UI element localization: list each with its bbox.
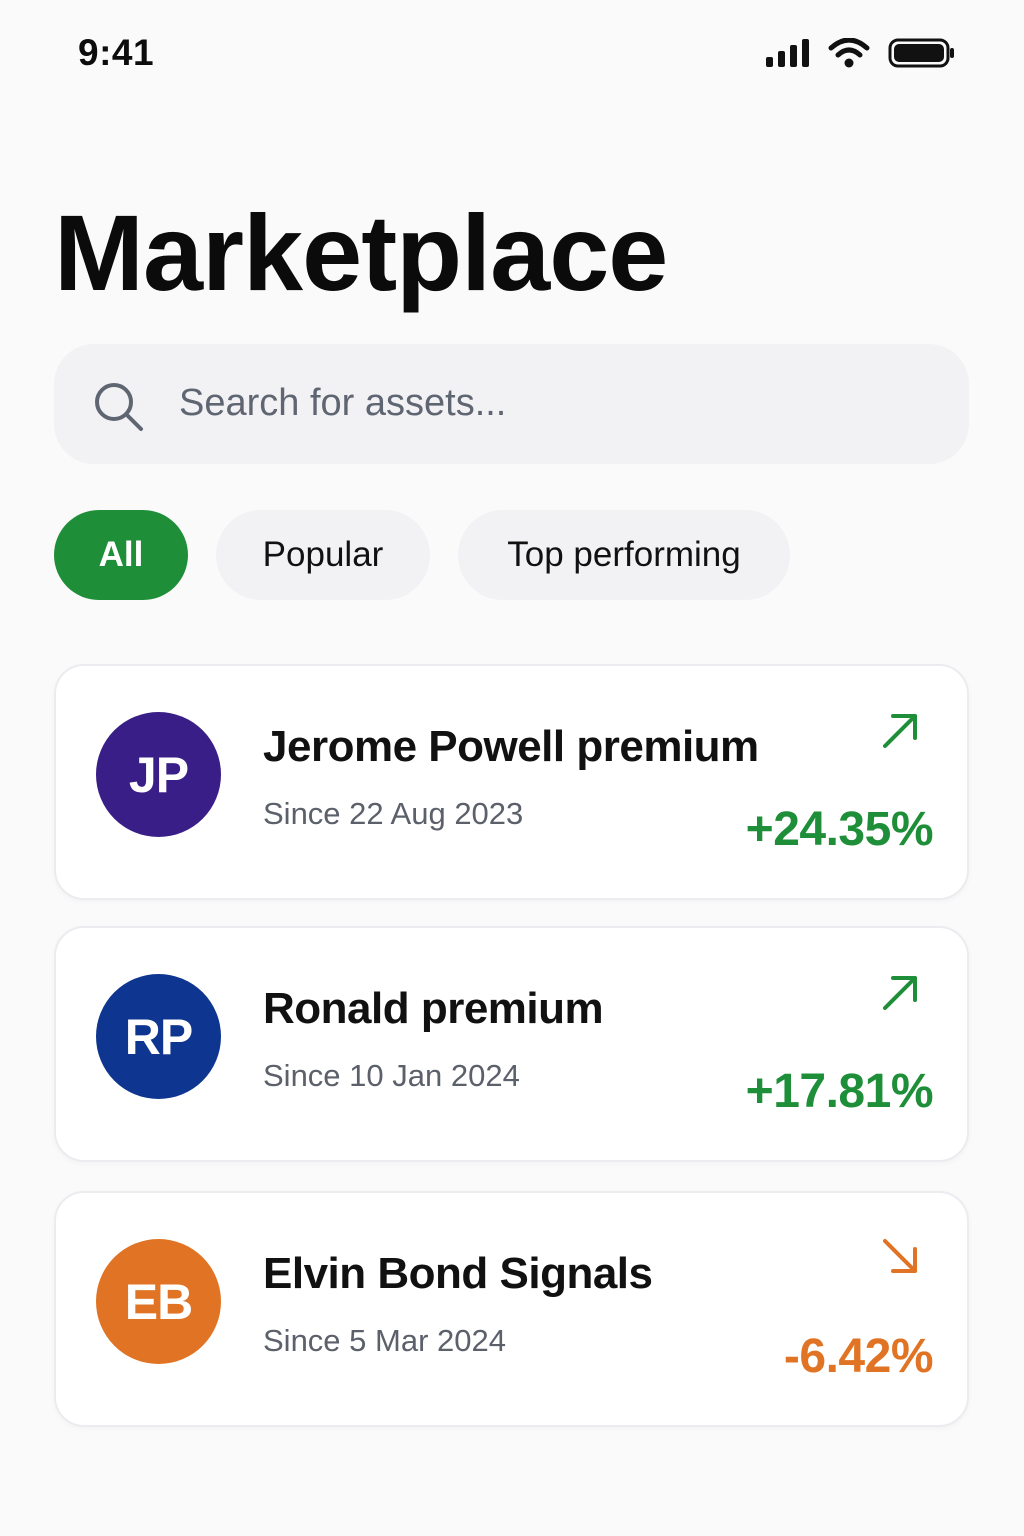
filter-chip-top-performing[interactable]: Top performing — [458, 510, 790, 600]
avatar: RP — [96, 974, 221, 1099]
battery-icon — [888, 38, 954, 68]
avatar: EB — [96, 1239, 221, 1364]
asset-card-ronald[interactable]: RP Ronald premium Since 10 Jan 2024 +17.… — [54, 926, 969, 1162]
search-bar[interactable] — [54, 344, 969, 464]
asset-change: +17.81% — [745, 1065, 934, 1118]
asset-name: Jerome Powell premium — [263, 722, 759, 771]
cellular-signal-icon — [766, 39, 809, 67]
asset-card-elvin-bond[interactable]: EB Elvin Bond Signals Since 5 Mar 2024 -… — [54, 1191, 969, 1427]
filter-chip-all[interactable]: All — [54, 510, 188, 600]
avatar: JP — [96, 712, 221, 837]
asset-since: Since 10 Jan 2024 — [263, 1058, 520, 1093]
page-title: Marketplace — [54, 192, 668, 313]
asset-change: +24.35% — [745, 803, 934, 856]
wifi-icon — [828, 38, 870, 68]
asset-since: Since 22 Aug 2023 — [263, 796, 524, 831]
search-input[interactable] — [179, 378, 939, 428]
asset-name: Elvin Bond Signals — [263, 1249, 653, 1298]
asset-since: Since 5 Mar 2024 — [263, 1323, 506, 1358]
asset-name: Ronald premium — [263, 984, 604, 1033]
status-time: 9:41 — [78, 32, 155, 73]
filter-chip-popular[interactable]: Popular — [216, 510, 430, 600]
asset-card-jerome-powell[interactable]: JP Jerome Powell premium Since 22 Aug 20… — [54, 664, 969, 900]
search-icon — [95, 383, 143, 431]
arrow-down-right-icon — [883, 1239, 917, 1273]
arrow-up-right-icon — [883, 976, 917, 1010]
arrow-up-right-icon — [883, 714, 917, 748]
status-bar: 9:41 — [0, 0, 1024, 110]
status-icons — [766, 38, 956, 68]
asset-change: -6.42% — [783, 1330, 934, 1383]
